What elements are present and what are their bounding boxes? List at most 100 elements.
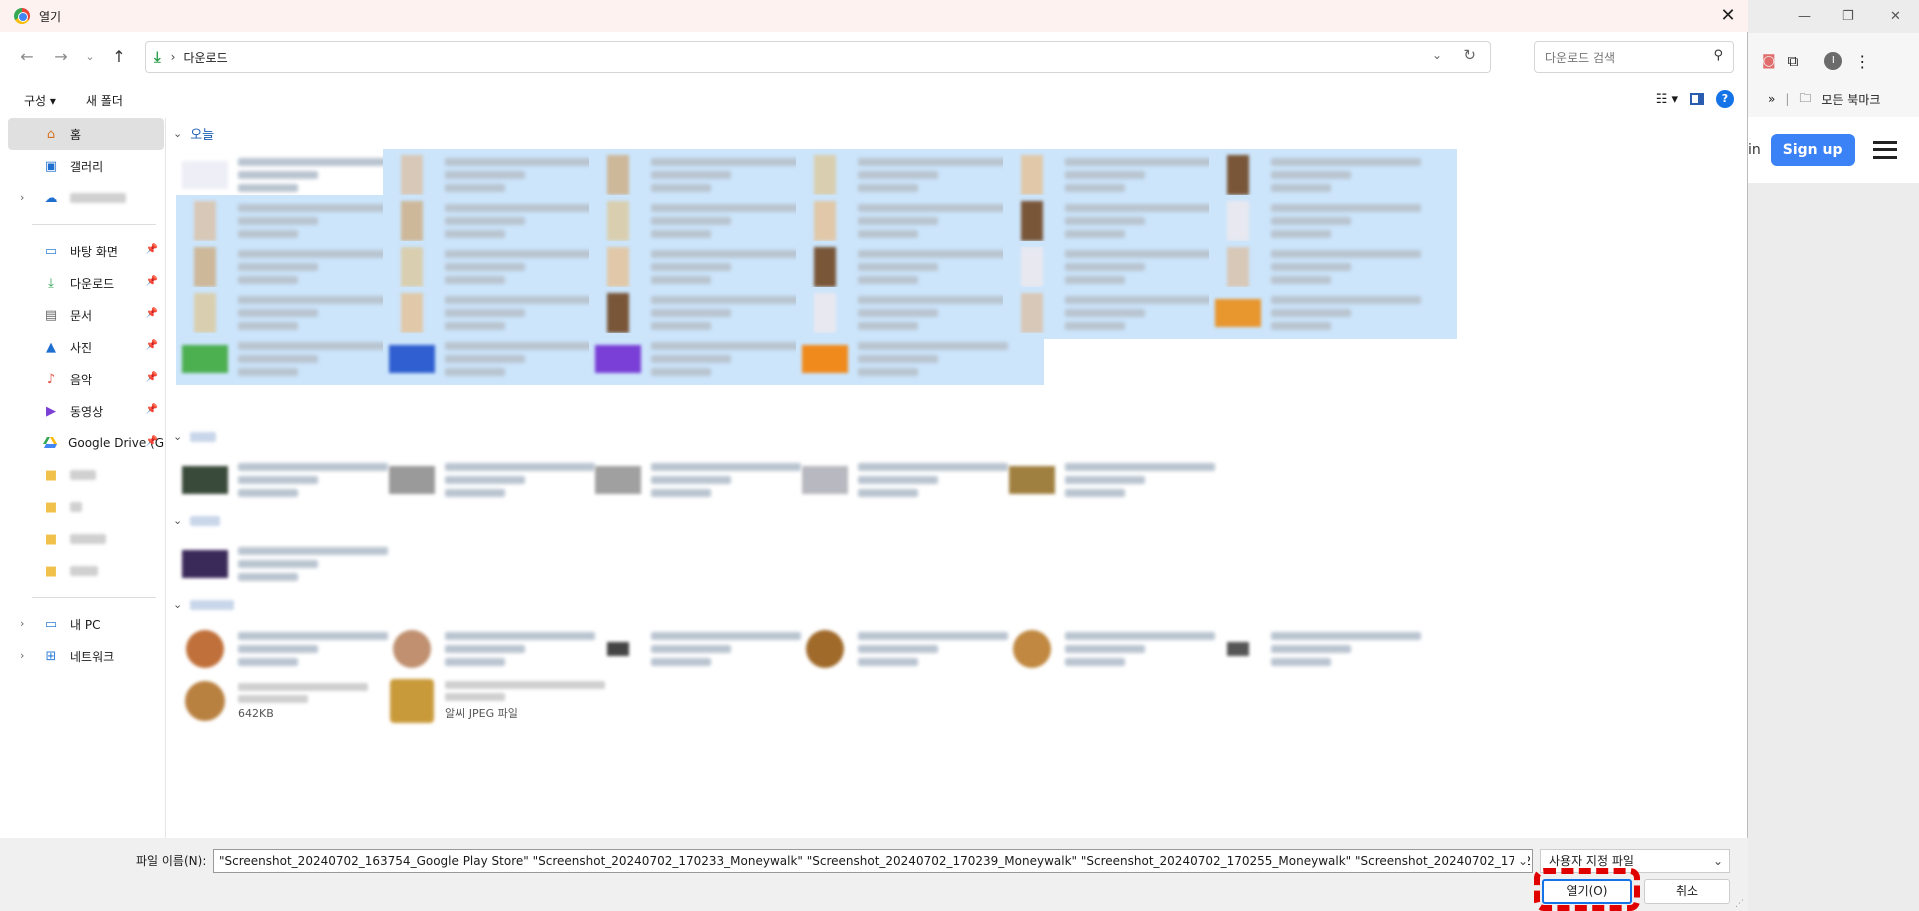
sidebar-item-this-pc[interactable]: › ▭ 내 PC xyxy=(8,608,164,640)
sidebar-item-folder[interactable]: ■ xyxy=(8,459,164,491)
file-tile[interactable]: 알씨 JPEG 파일 xyxy=(383,675,631,727)
chevron-double-right-icon[interactable]: » xyxy=(1768,92,1775,106)
file-tile[interactable] xyxy=(1209,287,1457,339)
all-bookmarks-link[interactable]: 모든 북마크 xyxy=(1821,91,1880,108)
file-tile[interactable] xyxy=(1209,149,1457,201)
refresh-icon[interactable]: ↻ xyxy=(1463,46,1476,64)
sidebar-item-downloads[interactable]: ⤓ 다운로드 📌 xyxy=(8,267,164,299)
file-thumbnail xyxy=(180,199,230,243)
organize-button[interactable]: 구성 ▾ xyxy=(24,92,56,109)
blurred-label xyxy=(190,431,217,442)
sidebar-item-music[interactable]: ♪ 음악 📌 xyxy=(8,363,164,395)
blurred-text xyxy=(1065,322,1125,330)
avatar[interactable]: I xyxy=(1824,52,1843,70)
pin-icon: 📌 xyxy=(145,244,158,255)
minimize-icon[interactable]: — xyxy=(1798,9,1811,24)
group-header-today[interactable]: ⌄ 오늘 xyxy=(173,124,214,143)
collapse-chevron-icon[interactable]: ⌄ xyxy=(173,430,182,443)
breadcrumb-chevron-icon[interactable]: › xyxy=(171,50,176,64)
blurred-file-info xyxy=(651,342,801,376)
puzzle-icon[interactable]: ⧉ xyxy=(1788,52,1799,70)
file-tile[interactable] xyxy=(1209,195,1457,247)
blurred-text xyxy=(1271,309,1351,317)
sidebar-item-videos[interactable]: ▶ 동영상 📌 xyxy=(8,395,164,427)
file-tile[interactable] xyxy=(1209,241,1457,293)
close-icon[interactable]: ✕ xyxy=(1890,9,1901,24)
blurred-text xyxy=(1065,217,1145,225)
hamburger-menu-icon[interactable] xyxy=(1872,141,1897,159)
group-header[interactable]: ⌄ xyxy=(173,514,221,527)
blurred-text xyxy=(238,296,388,304)
computer-icon: ▭ xyxy=(44,616,58,632)
file-type: 알씨 JPEG 파일 xyxy=(445,707,518,720)
expand-chevron-icon[interactable]: › xyxy=(20,649,24,662)
blurred-text xyxy=(1271,250,1421,258)
blurred-file-info xyxy=(651,204,801,238)
collapse-chevron-icon[interactable]: ⌄ xyxy=(173,598,182,611)
recent-locations-chevron-icon[interactable]: ⌄ xyxy=(78,42,102,72)
blurred-file-info xyxy=(445,463,595,497)
blurred-text xyxy=(238,547,388,555)
blurred-file-info xyxy=(238,342,388,376)
command-bar: 구성 ▾ 새 폴더 ☷ ▾ ? xyxy=(0,82,1748,118)
collapse-chevron-icon[interactable]: ⌄ xyxy=(173,514,182,527)
search-placeholder: 다운로드 검색 xyxy=(1545,50,1616,65)
kebab-menu-icon[interactable]: ⋮ xyxy=(1854,52,1870,71)
sidebar-item-pictures[interactable]: ▲ 사진 📌 xyxy=(8,331,164,363)
search-input[interactable]: 다운로드 검색 ⚲ xyxy=(1534,41,1734,73)
help-icon[interactable]: ? xyxy=(1716,90,1734,108)
divider xyxy=(165,118,166,838)
address-bar[interactable]: ⤓ › 다운로드 ⌄ ↻ xyxy=(145,41,1491,73)
sidebar-item-folder[interactable]: ■ xyxy=(8,555,164,587)
blurred-file-info xyxy=(858,632,1008,666)
group-header[interactable]: ⌄ xyxy=(173,598,235,611)
file-tile[interactable] xyxy=(176,538,424,590)
sidebar-item-google-drive[interactable]: Google Drive (G 📌 xyxy=(8,427,164,459)
chevron-down-icon[interactable]: ⌄ xyxy=(1513,850,1528,872)
signup-button[interactable]: Sign up xyxy=(1770,134,1855,166)
breadcrumb-downloads[interactable]: 다운로드 xyxy=(183,49,227,66)
file-tile[interactable] xyxy=(1003,454,1251,506)
file-tile[interactable] xyxy=(796,333,1044,385)
preview-pane-icon[interactable] xyxy=(1690,93,1704,105)
blurred-text xyxy=(651,342,801,350)
gallery-icon: ▣ xyxy=(44,158,58,174)
restore-icon[interactable]: ❐ xyxy=(1842,9,1854,24)
chevron-down-icon[interactable]: ⌄ xyxy=(1432,48,1442,62)
group-header[interactable]: ⌄ xyxy=(173,430,217,443)
download-icon: ⤓ xyxy=(154,48,161,66)
sidebar-item-folder[interactable]: ■ xyxy=(8,523,164,555)
filename-field[interactable]: "Screenshot_20240702_163754_Google Play … xyxy=(213,849,1533,873)
file-tile[interactable] xyxy=(1209,623,1457,675)
sidebar-item-network[interactable]: › ⊞ 네트워크 xyxy=(8,640,164,672)
view-options-icon[interactable]: ☷ ▾ xyxy=(1656,92,1678,107)
sidebar-item-gallery[interactable]: ▣ 갤러리 xyxy=(8,150,164,182)
blurred-label xyxy=(70,502,82,512)
network-icon: ⊞ xyxy=(45,648,57,664)
file-thumbnail xyxy=(180,679,230,723)
close-icon[interactable]: ✕ xyxy=(1716,4,1740,28)
expand-chevron-icon[interactable]: › xyxy=(20,617,24,630)
new-folder-button[interactable]: 새 폴더 xyxy=(86,92,123,109)
sidebar-item-folder[interactable]: ■ xyxy=(8,491,164,523)
file-thumbnail xyxy=(1007,245,1057,289)
cancel-button[interactable]: 취소 xyxy=(1644,879,1730,904)
sidebar-item-documents[interactable]: ▤ 문서 📌 xyxy=(8,299,164,331)
resize-grip-icon[interactable]: ⋰ xyxy=(1735,899,1744,909)
cloud-icon: ☁ xyxy=(44,190,58,206)
extension-icon[interactable]: ◙ xyxy=(1762,53,1776,69)
blurred-text xyxy=(1271,263,1351,271)
file-thumbnail xyxy=(1007,291,1057,335)
expand-chevron-icon[interactable]: › xyxy=(20,191,24,204)
signin-link[interactable]: in xyxy=(1748,142,1761,158)
blurred-text xyxy=(238,368,298,376)
blurred-text xyxy=(858,171,938,179)
sidebar-item-desktop[interactable]: ▭ 바탕 화면 📌 xyxy=(8,235,164,267)
up-arrow-icon[interactable]: ↑ xyxy=(102,42,136,72)
collapse-chevron-icon[interactable]: ⌄ xyxy=(173,127,182,140)
sidebar-item-onedrive[interactable]: › ☁ xyxy=(8,182,164,214)
forward-arrow-icon[interactable]: → xyxy=(44,42,78,72)
back-arrow-icon[interactable]: ← xyxy=(10,42,44,72)
blurred-text xyxy=(238,276,298,284)
sidebar-item-home[interactable]: ⌂ 홈 xyxy=(8,118,164,150)
